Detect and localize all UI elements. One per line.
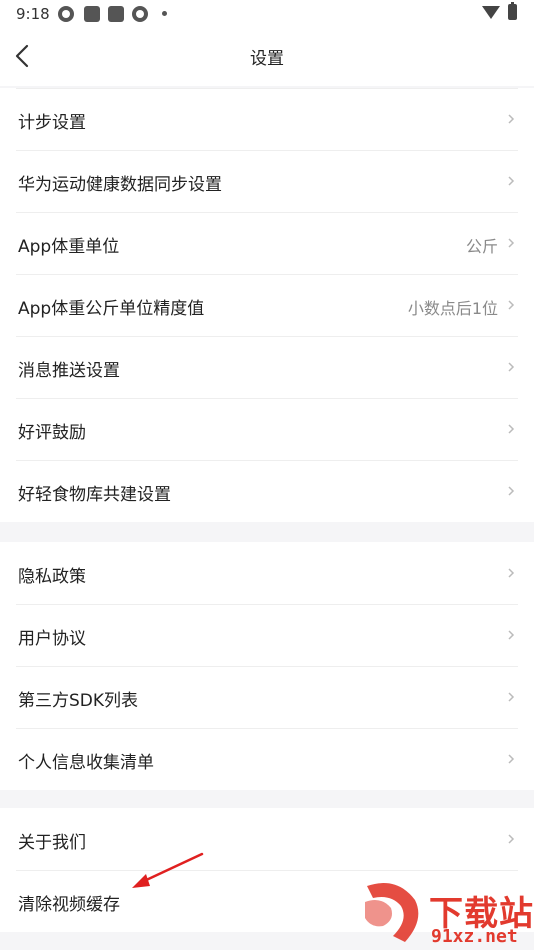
more-notifications-icon [162, 11, 167, 16]
settings-item-label: App体重公斤单位精度值 [18, 299, 205, 319]
annotation-arrow-icon [132, 852, 204, 888]
status-bar: 9:18 [0, 0, 534, 28]
status-time: 9:18 [16, 5, 50, 23]
chevron-right-icon [508, 238, 515, 248]
settings-item-label: 隐私政策 [18, 567, 86, 587]
nav-bar: 设置 [0, 28, 534, 86]
battery-icon [508, 2, 517, 20]
chevron-right-icon [508, 568, 515, 578]
settings-item-privacy[interactable]: 隐私政策 [0, 542, 534, 604]
settings-item-push[interactable]: 消息推送设置 [0, 336, 534, 398]
chevron-right-icon [508, 692, 515, 702]
page-title: 设置 [250, 49, 284, 69]
chevron-right-icon [508, 362, 515, 372]
settings-item-food-library[interactable]: 好轻食物库共建设置 [0, 460, 534, 522]
settings-item-label: App体重单位 [18, 237, 120, 257]
settings-item-value: 小数点后1位 [407, 299, 498, 318]
settings-item-value: 公斤 [465, 237, 498, 256]
settings-item-label: 个人信息收集清单 [18, 753, 154, 773]
settings-item-user-agreement[interactable]: 用户协议 [0, 604, 534, 666]
settings-item-weight-precision[interactable]: App体重公斤单位精度值 小数点后1位 [0, 274, 534, 336]
settings-item-label: 计步设置 [18, 113, 86, 133]
site-logo-icon [365, 883, 419, 942]
watermark: 下载站 91xz.net [357, 880, 534, 950]
notification-icon [108, 6, 124, 22]
chevron-right-icon [508, 834, 515, 844]
notification-icon [58, 6, 74, 22]
settings-group-general: 计步设置 华为运动健康数据同步设置 App体重单位 公斤 App体重公斤单位精度… [0, 88, 534, 522]
settings-item-label: 关于我们 [18, 833, 86, 853]
settings-item-label: 消息推送设置 [18, 361, 120, 381]
settings-item-weight-unit[interactable]: App体重单位 公斤 [0, 212, 534, 274]
chevron-right-icon [508, 630, 515, 640]
settings-item-personal-info[interactable]: 个人信息收集清单 [0, 728, 534, 790]
chevron-right-icon [508, 754, 515, 764]
settings-item-label: 清除视频缓存 [18, 895, 120, 915]
settings-item-label: 好评鼓励 [18, 423, 86, 443]
settings-item-label: 华为运动健康数据同步设置 [18, 175, 222, 195]
chevron-right-icon [508, 114, 515, 124]
settings-item-huawei-sync[interactable]: 华为运动健康数据同步设置 [0, 150, 534, 212]
chevron-right-icon [508, 300, 515, 310]
notification-icon [84, 6, 100, 22]
settings-item-rate[interactable]: 好评鼓励 [0, 398, 534, 460]
chevron-right-icon [508, 424, 515, 434]
chevron-right-icon [508, 176, 515, 186]
watermark-site: 91xz.net [431, 926, 518, 947]
settings-item-sdk-list[interactable]: 第三方SDK列表 [0, 666, 534, 728]
settings-item-label: 好轻食物库共建设置 [18, 485, 171, 505]
settings-item-label: 第三方SDK列表 [18, 691, 139, 711]
chevron-right-icon [508, 486, 515, 496]
notification-icon [132, 6, 148, 22]
settings-group-legal: 隐私政策 用户协议 第三方SDK列表 个人信息收集清单 [0, 542, 534, 790]
wifi-icon [482, 6, 500, 19]
settings-item-step[interactable]: 计步设置 [0, 88, 534, 150]
settings-item-label: 用户协议 [18, 629, 86, 649]
settings-item-about[interactable]: 关于我们 [0, 808, 534, 870]
